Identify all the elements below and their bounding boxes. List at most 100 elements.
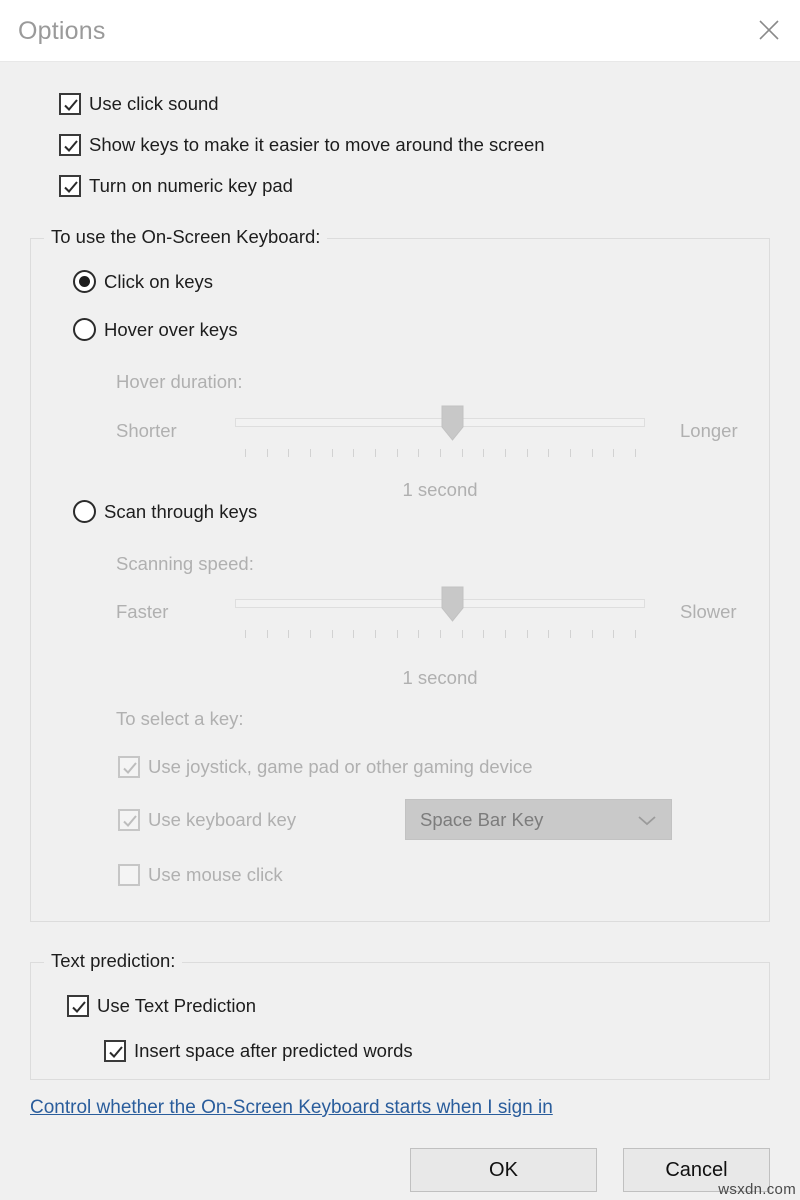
slider-tick xyxy=(483,449,484,457)
window-title: Options xyxy=(18,17,106,45)
slider-tick xyxy=(375,630,376,638)
radio-click-on-keys[interactable]: Click on keys xyxy=(73,270,213,293)
slider-tick xyxy=(353,630,354,638)
slider-tick xyxy=(267,449,268,457)
checkbox-use-text-prediction[interactable]: Use Text Prediction xyxy=(67,995,256,1017)
checkbox-label: Insert space after predicted words xyxy=(134,1040,413,1061)
ok-button[interactable]: OK xyxy=(410,1148,597,1192)
hover-duration-value: 1 second xyxy=(402,479,478,500)
radio-box xyxy=(73,270,96,293)
slider-tick xyxy=(505,449,506,457)
slider-tick xyxy=(245,630,246,638)
slider-tick xyxy=(613,630,614,638)
slider-tick xyxy=(635,630,636,638)
cancel-button-label: Cancel xyxy=(665,1158,728,1181)
slider-tick xyxy=(527,630,528,638)
checkbox-label: Use Text Prediction xyxy=(97,995,257,1016)
slider-tick xyxy=(505,630,506,638)
slider-tick xyxy=(548,449,549,457)
scanning-speed-slider[interactable] xyxy=(235,577,645,638)
checkbox-use-keyboard-key[interactable]: Use keyboard key xyxy=(118,809,296,831)
radio-label: Scan through keys xyxy=(104,500,258,522)
slider-tick xyxy=(635,449,636,457)
slider-tick xyxy=(462,449,463,457)
slider-thumb[interactable] xyxy=(441,586,464,622)
select-a-key-caption: To select a key: xyxy=(116,708,244,729)
combobox-value: Space Bar Key xyxy=(420,808,544,830)
checkbox-label: Use joystick, game pad or other gaming d… xyxy=(148,756,533,777)
checkbox-label: Use mouse click xyxy=(148,864,283,885)
slider-thumb[interactable] xyxy=(441,405,464,441)
hover-duration-max-label: Longer xyxy=(680,420,738,441)
close-icon xyxy=(758,19,780,41)
slider-tick xyxy=(353,449,354,457)
slider-tick xyxy=(548,630,549,638)
checkbox-turn-on-numeric-key-pad[interactable]: Turn on numeric key pad xyxy=(59,175,293,197)
radio-label: Hover over keys xyxy=(104,318,238,340)
slider-tick xyxy=(570,630,571,638)
slider-tick xyxy=(332,449,333,457)
slider-tick xyxy=(592,449,593,457)
text-prediction-legend: Text prediction: xyxy=(44,950,183,972)
checkbox-box xyxy=(59,134,81,156)
slider-tick xyxy=(267,630,268,638)
slider-tick xyxy=(288,630,289,638)
slider-ticks xyxy=(235,449,645,457)
slider-tick xyxy=(483,630,484,638)
checkbox-box xyxy=(118,809,140,831)
radio-scan-through-keys[interactable]: Scan through keys xyxy=(73,500,257,523)
title-bar: Options xyxy=(0,0,800,62)
slider-tick xyxy=(592,630,593,638)
slider-tick xyxy=(570,449,571,457)
radio-label: Click on keys xyxy=(104,270,213,292)
check-icon xyxy=(72,1001,86,1013)
check-icon xyxy=(109,1046,123,1058)
check-icon xyxy=(64,181,78,193)
slider-track[interactable] xyxy=(235,418,645,427)
checkbox-box xyxy=(59,93,81,115)
hover-duration-slider[interactable] xyxy=(235,396,645,457)
checkbox-use-joystick[interactable]: Use joystick, game pad or other gaming d… xyxy=(118,756,533,778)
slider-tick xyxy=(440,630,441,638)
checkbox-show-keys[interactable]: Show keys to make it easier to move arou… xyxy=(59,134,545,156)
checkbox-box xyxy=(118,756,140,778)
slider-track[interactable] xyxy=(235,599,645,608)
check-icon xyxy=(64,140,78,152)
checkbox-label: Turn on numeric key pad xyxy=(89,175,293,196)
slider-tick xyxy=(462,630,463,638)
slider-tick xyxy=(310,630,311,638)
radio-box xyxy=(73,500,96,523)
scanning-speed-caption: Scanning speed: xyxy=(116,553,254,574)
slider-tick xyxy=(375,449,376,457)
check-icon xyxy=(123,762,137,774)
radio-hover-over-keys[interactable]: Hover over keys xyxy=(73,318,238,341)
check-icon xyxy=(123,815,137,827)
radio-dot xyxy=(79,276,90,287)
scanning-speed-value: 1 second xyxy=(402,667,478,688)
close-button[interactable] xyxy=(746,8,792,52)
checkbox-use-mouse-click[interactable]: Use mouse click xyxy=(118,864,283,886)
slider-tick xyxy=(332,630,333,638)
checkbox-use-click-sound[interactable]: Use click sound xyxy=(59,93,219,115)
checkbox-box xyxy=(104,1040,126,1062)
control-startup-link[interactable]: Control whether the On-Screen Keyboard s… xyxy=(30,1097,553,1119)
slider-tick xyxy=(310,449,311,457)
slider-tick xyxy=(613,449,614,457)
slider-tick xyxy=(418,449,419,457)
checkbox-label: Use click sound xyxy=(89,93,219,114)
slider-tick xyxy=(418,630,419,638)
slider-tick xyxy=(397,630,398,638)
slider-tick xyxy=(245,449,246,457)
slider-tick xyxy=(288,449,289,457)
checkbox-label: Use keyboard key xyxy=(148,809,297,830)
hover-duration-caption: Hover duration: xyxy=(116,371,243,392)
checkbox-box xyxy=(59,175,81,197)
scanning-speed-min-label: Faster xyxy=(116,601,169,622)
slider-tick xyxy=(440,449,441,457)
checkbox-insert-space-after-predicted-words[interactable]: Insert space after predicted words xyxy=(104,1040,413,1062)
keyboard-usage-legend: To use the On-Screen Keyboard: xyxy=(44,226,328,248)
keyboard-key-combobox[interactable]: Space Bar Key xyxy=(405,799,672,840)
checkbox-label: Show keys to make it easier to move arou… xyxy=(89,134,545,155)
chevron-down-icon xyxy=(637,814,657,826)
watermark: wsxdn.com xyxy=(718,1181,796,1198)
